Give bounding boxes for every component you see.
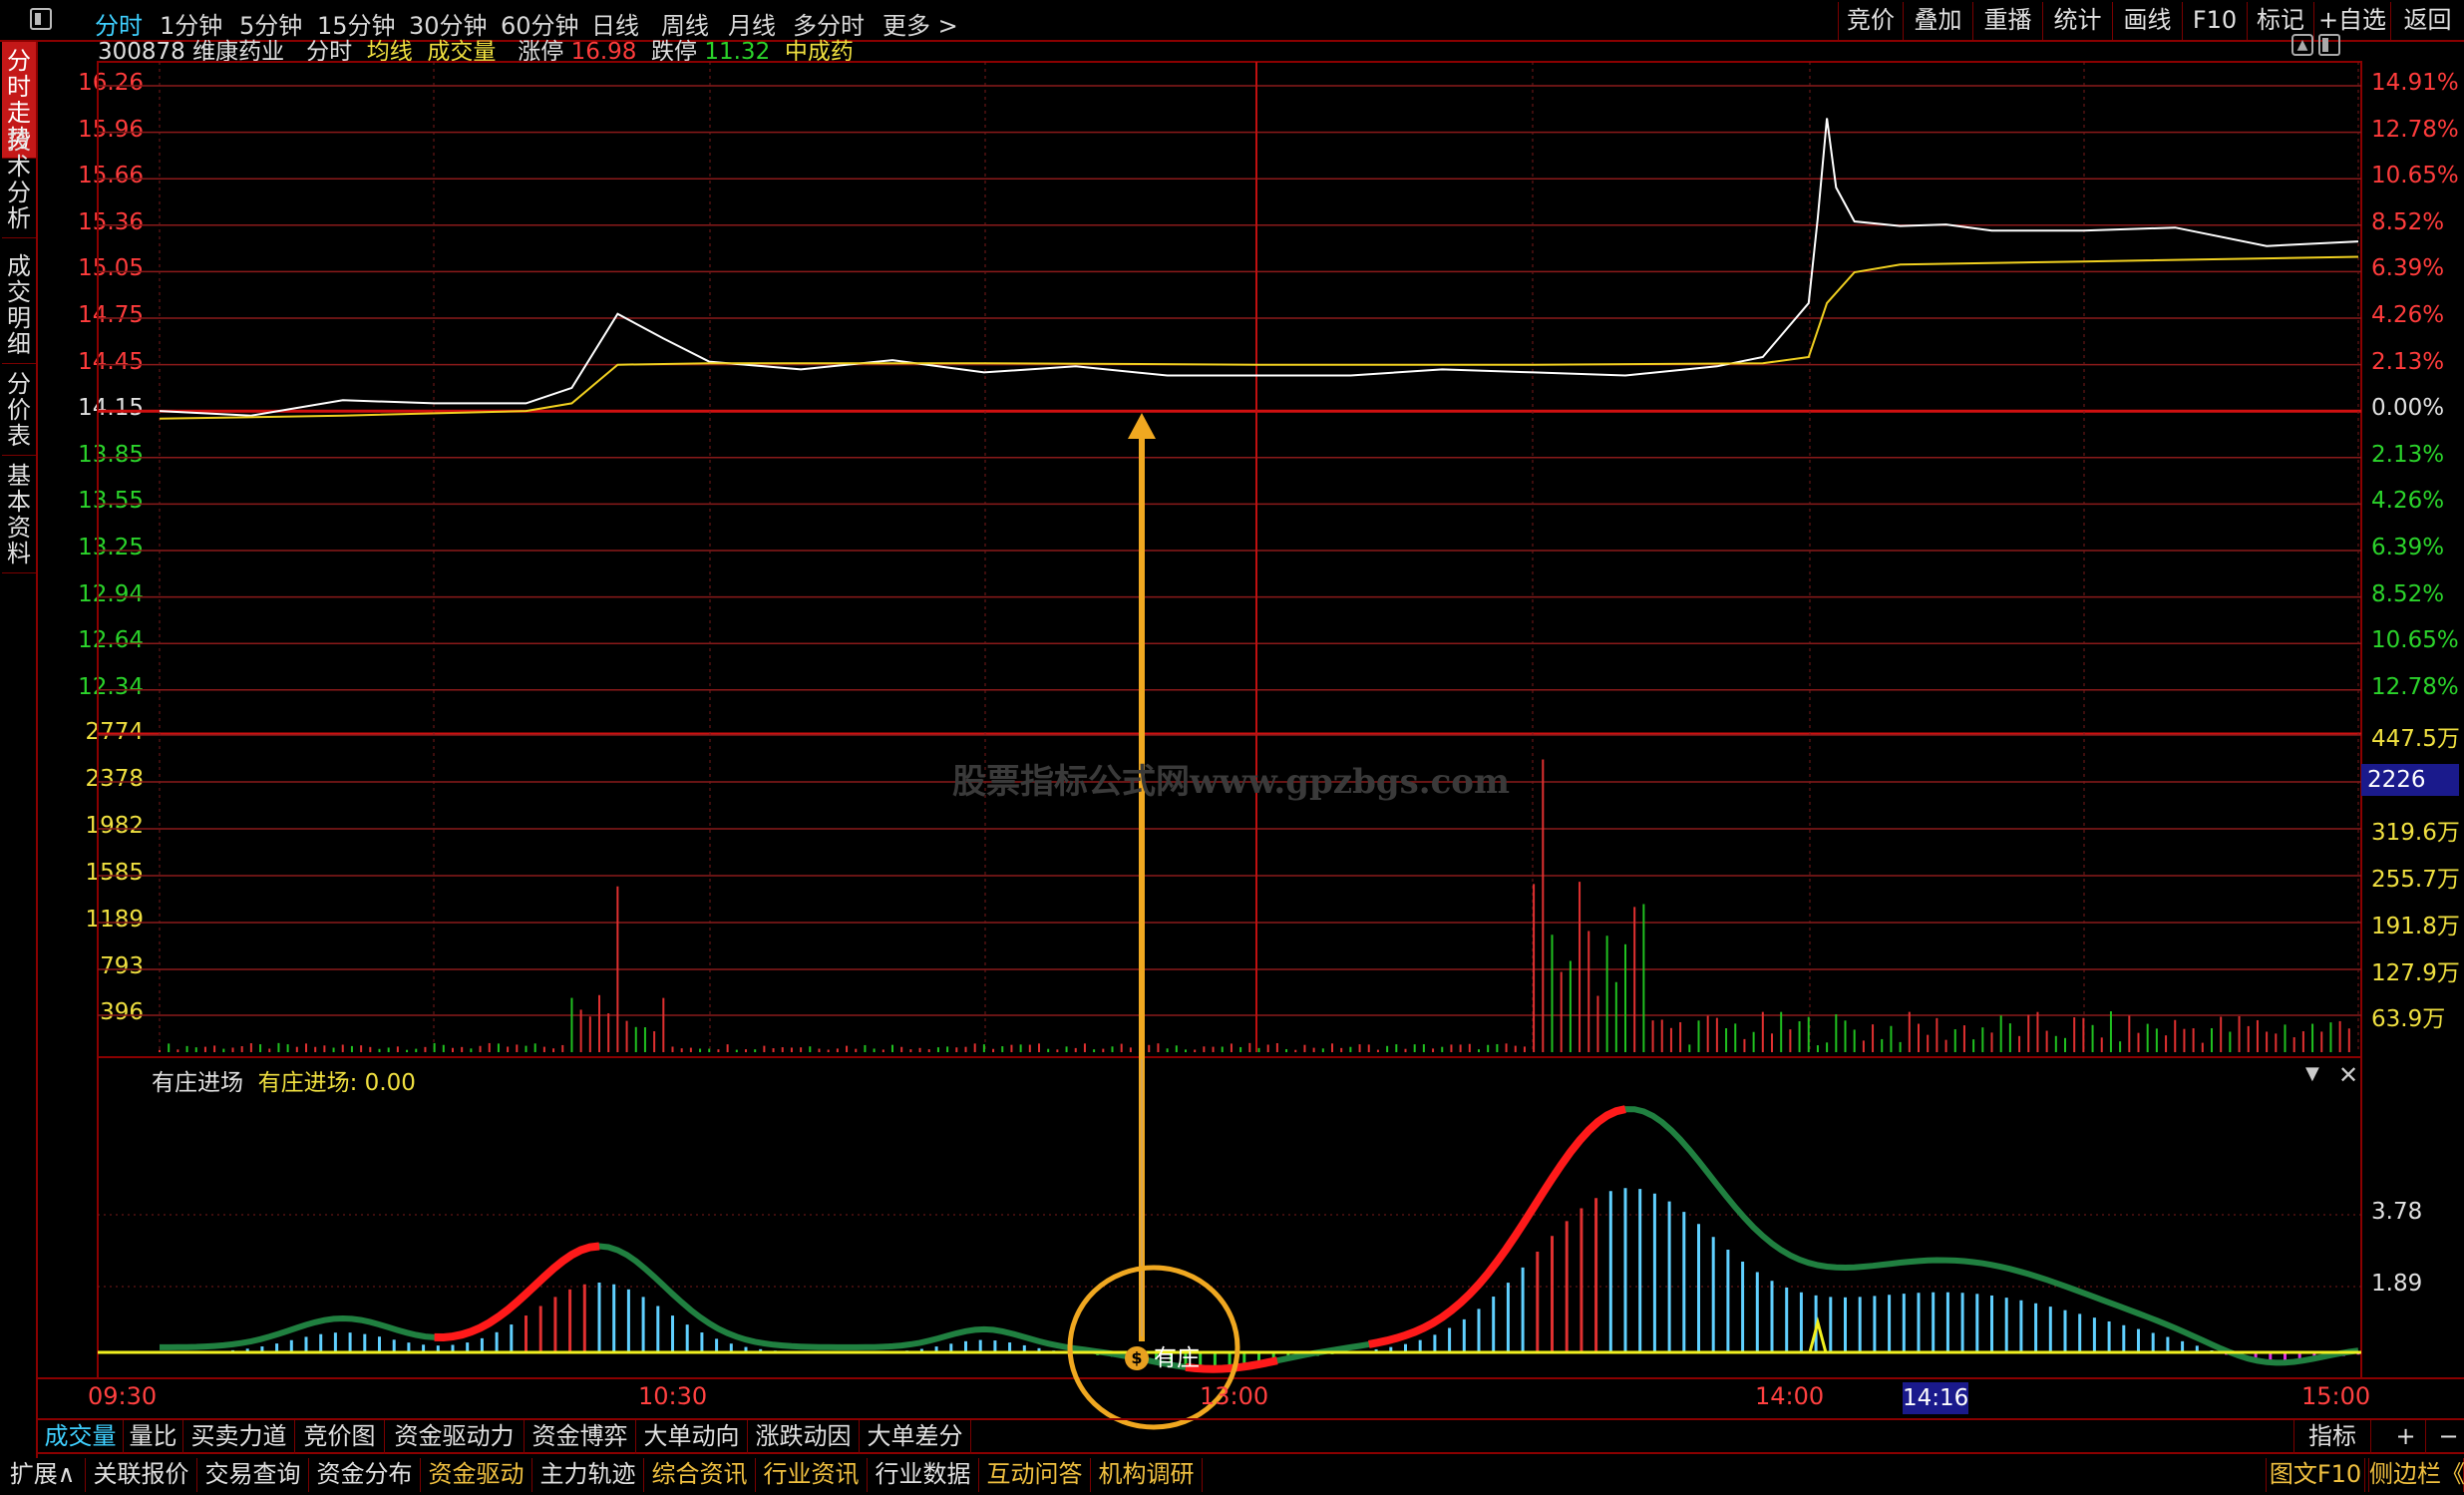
footer-tab[interactable]: 资金分布 — [309, 1458, 421, 1492]
time-tick-label: 14:00 — [1755, 1382, 1825, 1410]
footer-tab[interactable]: 交易查询 — [197, 1458, 309, 1492]
footer-tab[interactable]: 行业资讯 — [756, 1458, 868, 1492]
footer-tab[interactable]: 互动问答 — [979, 1458, 1091, 1492]
indicator-value: 有庄进场: 0.00 — [257, 1070, 416, 1096]
average-line — [159, 255, 2359, 420]
indicator-curve — [160, 1106, 2359, 1372]
bottom-tabbar: 成交量 量比 买卖力道 竞价图 资金驱动力 资金博弈 大单动向 涨跌动因 大单差分 指标 + − — [38, 1418, 2464, 1454]
indicator-tab[interactable]: 涨跌动因 — [748, 1420, 860, 1454]
time-tick-label: 13:00 — [1200, 1382, 1269, 1410]
intraday-chart — [38, 61, 2464, 1430]
footer-bar: 扩展∧ 关联报价 交易查询 资金分布 资金驱动 主力轨迹 综合资讯 行业资讯 行业数据 互动问答机… — [0, 1456, 2464, 1495]
footer-right-button[interactable]: 图文F10 — [2266, 1458, 2365, 1492]
time-tick-label: 10:30 — [638, 1382, 708, 1410]
remove-panel-button[interactable]: − — [2429, 1420, 2464, 1454]
footer-tab[interactable]: 行业数据 — [868, 1458, 979, 1492]
footer-right-button[interactable]: 侧边栏《 — [2368, 1458, 2464, 1492]
footer-tab[interactable]: 资金驱动 — [421, 1458, 532, 1492]
indicator-rising-segment — [434, 1242, 600, 1342]
add-panel-button[interactable]: + — [2386, 1420, 2426, 1454]
volume-cursor-value: 2226 — [2361, 764, 2459, 796]
footer-tab[interactable]: 机构调研 — [1091, 1458, 1203, 1492]
cursor-time: 14:16 — [1903, 1382, 1968, 1414]
footer-tab[interactable]: 关联报价 — [86, 1458, 197, 1492]
chart-border — [97, 61, 2362, 1379]
indicator-tab[interactable]: 量比 — [124, 1420, 183, 1454]
indicator-tab[interactable]: 买卖力道 — [183, 1420, 295, 1454]
indicator-name[interactable]: 有庄进场 — [152, 1070, 243, 1096]
time-tick-label: 09:30 — [88, 1382, 158, 1410]
money-bag-icon: $ — [1125, 1346, 1149, 1370]
footer-tab[interactable]: 主力轨迹 — [532, 1458, 644, 1492]
signal-label: 有庄 — [1154, 1345, 1200, 1371]
indicator-tab[interactable]: 大单差分 — [860, 1420, 971, 1454]
indicator-header: 有庄进场 有庄进场: 0.00 — [152, 1063, 416, 1097]
indicator-tab[interactable]: 资金驱动力 — [385, 1420, 525, 1454]
watermark: 股票指标公式网www.gpzbgs.com — [952, 762, 1510, 802]
time-tick-label: 15:00 — [2301, 1382, 2371, 1410]
indicator-tab[interactable]: 大单动向 — [636, 1420, 748, 1454]
indicator-signal-spike — [1808, 1316, 1828, 1353]
indicator-tab[interactable]: 资金博弈 — [525, 1420, 636, 1454]
indicator-tab[interactable]: 成交量 — [38, 1420, 124, 1454]
indicator-button[interactable]: 指标 — [2293, 1420, 2371, 1454]
indicator-close-icon[interactable]: ✕ — [2338, 1061, 2358, 1089]
annotation-arrowhead — [1128, 413, 1156, 439]
price-line — [159, 118, 2359, 417]
footer-tab[interactable]: 综合资讯 — [644, 1458, 756, 1492]
indicator-dropdown-icon[interactable]: ▼ — [2305, 1063, 2319, 1084]
indicator-rising-segment — [1368, 1105, 1626, 1348]
footer-tab[interactable]: 扩展∧ — [0, 1458, 86, 1492]
indicator-tab[interactable]: 竞价图 — [295, 1420, 385, 1454]
